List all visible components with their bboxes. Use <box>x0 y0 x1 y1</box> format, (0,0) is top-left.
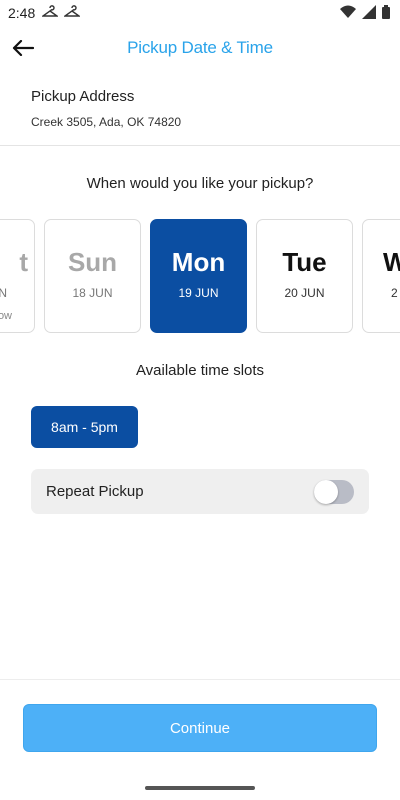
day-name: Mon <box>171 247 226 277</box>
day-date: 19 JUN <box>178 286 219 300</box>
bottom-divider <box>0 679 400 680</box>
toggle-knob <box>314 480 338 504</box>
status-icons-left <box>42 5 80 19</box>
day-card-tue[interactable]: Tue 20 JUN <box>256 219 353 333</box>
day-name: t <box>19 247 28 277</box>
day-note: ow <box>0 310 12 322</box>
pickup-address-label: Pickup Address <box>31 88 135 105</box>
day-date: 18 JUN <box>72 286 113 300</box>
day-name: W <box>383 247 400 277</box>
app-bar: Pickup Date & Time <box>0 26 400 70</box>
status-icons-right <box>340 5 390 19</box>
day-date: N <box>0 286 7 300</box>
day-name: Tue <box>282 247 327 277</box>
day-card-sat[interactable]: t N ow <box>0 219 35 333</box>
day-date: 20 JUN <box>284 286 325 300</box>
time-slots-title: Available time slots <box>135 362 265 379</box>
hanger-icon <box>42 5 58 17</box>
signal-icon <box>362 5 376 19</box>
day-name: Sun <box>67 247 118 277</box>
divider <box>0 145 400 146</box>
pickup-address-section[interactable]: Pickup Address Creek 3505, Ada, OK 74820 <box>31 88 380 129</box>
time-slot-button[interactable]: 8am - 5pm <box>31 406 138 448</box>
repeat-pickup-row[interactable]: Repeat Pickup <box>31 469 369 514</box>
continue-button[interactable]: Continue <box>23 704 377 752</box>
day-card-sun[interactable]: Sun 18 JUN <box>44 219 141 333</box>
day-card-mon[interactable]: Mon 19 JUN <box>150 219 247 333</box>
day-selector[interactable]: t N ow Sun 18 JUN Mon 19 JUN Tue 20 JUN … <box>0 219 400 333</box>
home-indicator <box>145 786 255 790</box>
page-title: Pickup Date & Time <box>127 38 273 57</box>
day-date: 2 <box>391 286 398 300</box>
repeat-pickup-toggle[interactable] <box>314 480 354 504</box>
pickup-address-value: Creek 3505, Ada, OK 74820 <box>31 115 182 129</box>
wifi-icon <box>340 5 356 18</box>
hanger-icon <box>64 5 80 17</box>
date-question: When would you like your pickup? <box>86 175 314 192</box>
battery-icon <box>382 5 390 19</box>
repeat-pickup-label: Repeat Pickup <box>46 483 144 500</box>
day-card-wed[interactable]: W 2 <box>362 219 400 333</box>
status-bar: 2:48 <box>0 0 400 26</box>
status-time: 2:48 <box>8 5 36 21</box>
